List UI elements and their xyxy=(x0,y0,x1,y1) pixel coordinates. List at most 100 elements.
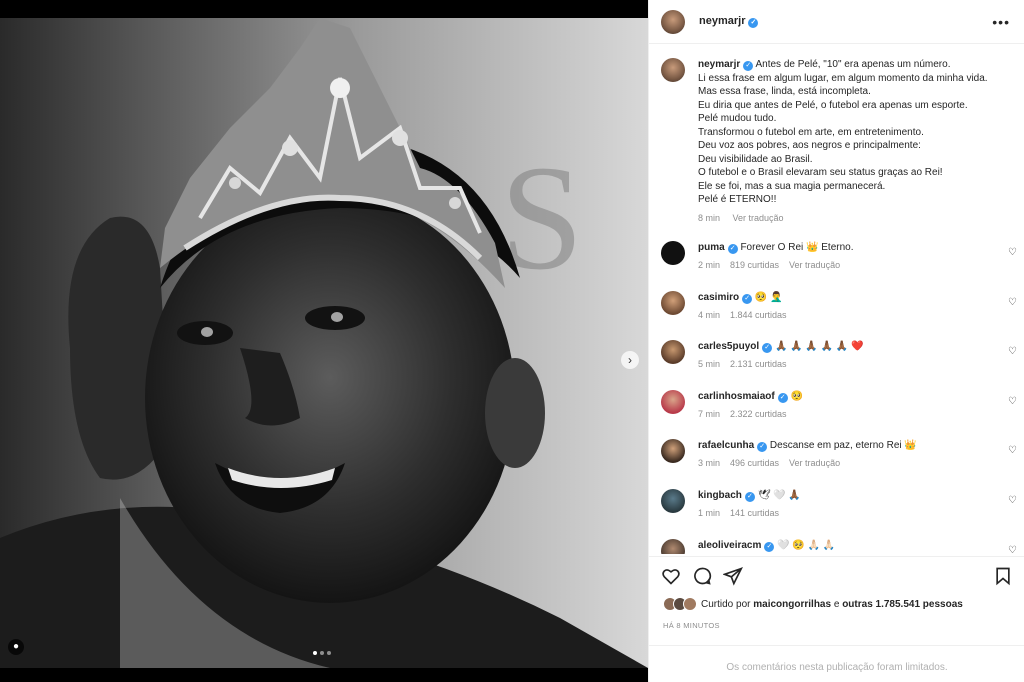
caption-line: Deu voz aos pobres, aos negros e princip… xyxy=(698,140,921,151)
avatar[interactable] xyxy=(661,340,685,365)
comment-text: 🕊 🤍 🙏🏾 xyxy=(757,489,801,501)
post-author-name[interactable]: neymarjr xyxy=(699,15,745,27)
comment-likes[interactable]: 2.131 curtidas xyxy=(730,359,787,369)
heart-icon[interactable]: ♡ xyxy=(1008,297,1017,308)
post-caption: neymarjr ✓ Antes de Pelé, "10" era apenas… xyxy=(649,44,1024,225)
caption-line-1: neymarjr ✓ Antes de Pelé, "10" era apenas… xyxy=(698,58,988,72)
like-heart-icon[interactable] xyxy=(661,566,681,586)
caption-line: Eu diria que antes de Pelé, o futebol er… xyxy=(698,99,968,111)
comment-time: 3 min xyxy=(698,458,721,469)
comment-time: 5 min xyxy=(698,359,721,370)
comment-text: 🥺 xyxy=(790,390,803,402)
comment-body: carlinhosmaiaof ✓ 🥺 7 min 2.322 curtidas xyxy=(698,390,803,440)
svg-text:S: S xyxy=(500,135,583,301)
comment-time: 4 min xyxy=(698,309,721,320)
comment-item: rafaelcunha ✓ Descanse em paz, eterno Rei… xyxy=(649,439,1024,489)
likes-middle: e xyxy=(833,598,840,610)
share-send-icon[interactable] xyxy=(723,566,743,586)
next-image-button[interactable]: › xyxy=(621,351,639,369)
comment-username[interactable]: rafaelcunha xyxy=(698,440,754,451)
carousel-dot-3 xyxy=(327,651,331,655)
comment-body: kingbach ✓ 🕊 🤍 🙏🏾 1 min 141 curtidas xyxy=(698,489,801,539)
comment-likes[interactable]: 819 curtidas xyxy=(730,260,779,270)
comment-meta: 1 min 141 curtidas xyxy=(698,507,801,520)
caption-time: 8 min xyxy=(698,212,721,223)
post-author-username[interactable]: neymarjr ✓ xyxy=(699,15,759,28)
comment-item: carlinhosmaiaof ✓ 🥺 7 min 2.322 curtidas ♡ xyxy=(649,389,1024,440)
avatar[interactable] xyxy=(661,389,685,414)
comment-meta: 4 min 1.844 curtidas xyxy=(698,309,797,322)
comments-limited-notice: Os comentários nesta publicação foram li… xyxy=(649,645,1024,682)
likes-user[interactable]: maicongorrilhas xyxy=(753,599,831,610)
comment-meta: 5 min 2.131 curtidas xyxy=(698,358,864,371)
photo-illustration: S xyxy=(0,18,648,668)
comment-likes[interactable]: 2.322 curtidas xyxy=(730,409,787,419)
translate-link[interactable]: Ver tradução xyxy=(789,458,840,468)
avatar[interactable] xyxy=(661,58,685,82)
comment-time: 1 min xyxy=(698,507,721,518)
verified-badge-icon: ✓ xyxy=(777,392,788,403)
comment-item: aleoliveiracm ✓ 🤍 🥺 🙏🏻 🙏🏻 ♡ xyxy=(649,538,1024,554)
likes-text: Curtido por maicongorrilhas e outras 1.7… xyxy=(701,599,963,610)
comment-body: aleoliveiracm ✓ 🤍 🥺 🙏🏻 🙏🏻 xyxy=(698,539,835,554)
comment-item: carles5puyol ✓ 🙏🏾 🙏🏾 🙏🏾 🙏🏾 🙏🏾 ❤️ 5 min 2.1… xyxy=(649,340,1024,390)
comment-likes[interactable]: 496 curtidas xyxy=(730,458,779,468)
tagged-people-icon[interactable]: ● xyxy=(8,639,24,655)
heart-icon[interactable]: ♡ xyxy=(1008,445,1017,456)
post-side-panel: neymarjr ✓ ••• neymarjr ✓ Antes de Pelé, "… xyxy=(648,0,1024,682)
avatar[interactable] xyxy=(661,488,685,513)
comment-username[interactable]: puma xyxy=(698,242,725,253)
avatar[interactable] xyxy=(661,241,685,265)
comment-body: puma ✓ Forever O Rei 👑 Eterno. 2 min 819 c… xyxy=(698,241,854,291)
caption-line: Pelé mudou tudo. xyxy=(698,113,777,124)
carousel-indicator xyxy=(313,651,331,655)
comment-likes[interactable]: 141 curtidas xyxy=(730,508,779,518)
comment-text: Forever O Rei 👑 Eterno. xyxy=(740,242,854,253)
save-bookmark-icon[interactable] xyxy=(993,566,1013,586)
comment-text: 🙏🏾 🙏🏾 🙏🏾 🙏🏾 🙏🏾 ❤️ xyxy=(774,341,864,353)
post-actions-bar xyxy=(649,556,1024,594)
comment-likes[interactable]: 1.844 curtidas xyxy=(730,310,787,320)
likes-summary: Curtido por maicongorrilhas e outras 1.7… xyxy=(663,597,963,611)
translate-link[interactable]: Ver tradução xyxy=(733,213,784,223)
comment-item: casimiro ✓ 🥺 🤦‍♂️ 4 min 1.844 curtidas ♡ xyxy=(649,290,1024,341)
likes-others[interactable]: outras 1.785.541 pessoas xyxy=(842,599,963,610)
comment-bubble-icon[interactable] xyxy=(692,566,712,586)
comment-username[interactable]: carles5puyol xyxy=(698,341,759,352)
translate-link[interactable]: Ver tradução xyxy=(789,260,840,270)
post-time-ago[interactable]: HÁ 8 MINUTOS xyxy=(663,621,720,630)
heart-icon[interactable]: ♡ xyxy=(1008,396,1017,407)
comment-meta: 3 min 496 curtidas Ver tradução xyxy=(698,457,917,470)
caption-line: Pelé é ETERNO!! xyxy=(698,194,777,205)
verified-badge-icon: ✓ xyxy=(762,343,773,354)
avatar[interactable] xyxy=(661,538,685,554)
post-media: S › ● xyxy=(0,0,648,682)
caption-text: Antes de Pelé, "10" era apenas um número… xyxy=(755,59,951,70)
heart-icon[interactable]: ♡ xyxy=(1008,346,1017,357)
more-options-icon[interactable]: ••• xyxy=(992,14,1010,30)
verified-badge-icon: ✓ xyxy=(764,541,775,552)
verified-badge-icon: ✓ xyxy=(744,491,755,502)
comment-username[interactable]: aleoliveiracm xyxy=(698,540,761,551)
comment-text: 🤍 🥺 🙏🏻 🙏🏻 xyxy=(777,539,836,551)
avatar[interactable] xyxy=(661,290,685,315)
caption-author[interactable]: neymarjr xyxy=(698,59,740,70)
heart-icon[interactable]: ♡ xyxy=(1008,495,1017,506)
comment-body: casimiro ✓ 🥺 🤦‍♂️ 4 min 1.844 curtidas xyxy=(698,291,797,341)
caption-line: Li essa frase em algum lugar, em algum m… xyxy=(698,72,988,84)
comment-time: 7 min xyxy=(698,408,721,419)
verified-badge-icon: ✓ xyxy=(742,293,753,304)
avatar xyxy=(683,597,697,611)
avatar[interactable] xyxy=(661,9,685,34)
comment-username[interactable]: casimiro xyxy=(698,292,739,303)
carousel-dot-1 xyxy=(313,651,317,655)
heart-icon[interactable]: ♡ xyxy=(1008,247,1017,258)
comment-username[interactable]: kingbach xyxy=(698,490,742,501)
comment-username[interactable]: carlinhosmaiaof xyxy=(698,391,775,402)
comments-list: neymarjr ✓ Antes de Pelé, "10" era apenas… xyxy=(649,44,1024,554)
verified-badge-icon: ✓ xyxy=(743,61,754,71)
avatar[interactable] xyxy=(661,439,685,464)
caption-line: O futebol e o Brasil elevaram seu status… xyxy=(698,167,943,178)
comment-body: carles5puyol ✓ 🙏🏾 🙏🏾 🙏🏾 🙏🏾 🙏🏾 ❤️ 5 min 2.1… xyxy=(698,340,864,390)
heart-icon[interactable]: ♡ xyxy=(1008,545,1017,554)
